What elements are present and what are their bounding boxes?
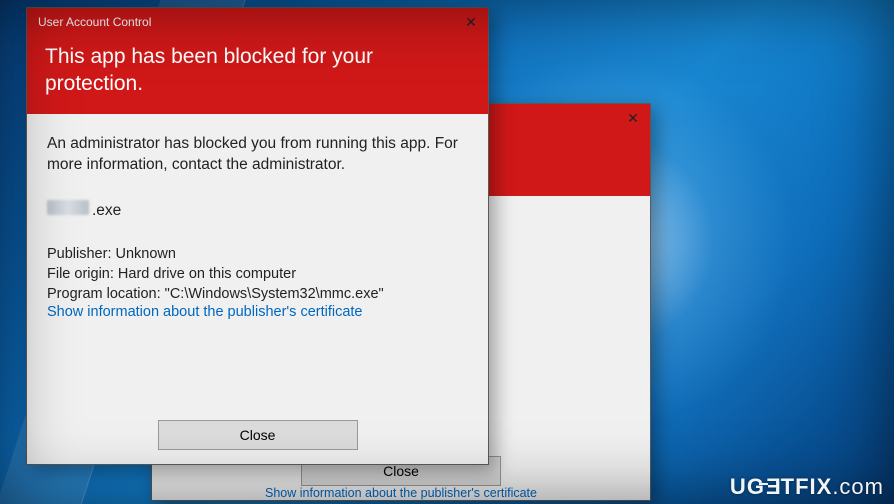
dialog-content: An administrator has blocked you from ru…	[27, 114, 488, 331]
origin-label: File origin:	[47, 266, 114, 282]
watermark-logo: UGETFIX.com	[730, 474, 884, 500]
button-row: Close	[27, 420, 488, 450]
dialog-heading: This app has been blocked for your prote…	[27, 36, 488, 114]
executable-name: .exe	[47, 200, 468, 220]
titlebar[interactable]: User Account Control ✕	[27, 8, 488, 36]
titlebar-text: User Account Control	[27, 15, 151, 29]
file-metadata: Publisher: Unknown File origin: Hard dri…	[47, 244, 468, 305]
location-value: "C:\Windows\System32\mmc.exe"	[165, 286, 384, 302]
uac-dialog: User Account Control ✕ This app has been…	[26, 7, 489, 465]
location-label: Program location:	[47, 286, 161, 302]
close-icon[interactable]: ✕	[624, 109, 642, 127]
close-icon[interactable]: ✕	[462, 13, 480, 31]
certificate-link[interactable]: Show information about the publisher's c…	[47, 304, 468, 320]
origin-value: Hard drive on this computer	[118, 266, 296, 282]
close-button[interactable]: Close	[158, 420, 358, 450]
blurred-filename	[47, 200, 89, 215]
dialog-message: An administrator has blocked you from ru…	[47, 134, 468, 176]
publisher-value: Unknown	[116, 246, 176, 262]
certificate-link[interactable]: Show information about the publisher's c…	[265, 486, 537, 500]
exe-suffix: .exe	[92, 202, 121, 220]
publisher-label: Publisher:	[47, 246, 111, 262]
